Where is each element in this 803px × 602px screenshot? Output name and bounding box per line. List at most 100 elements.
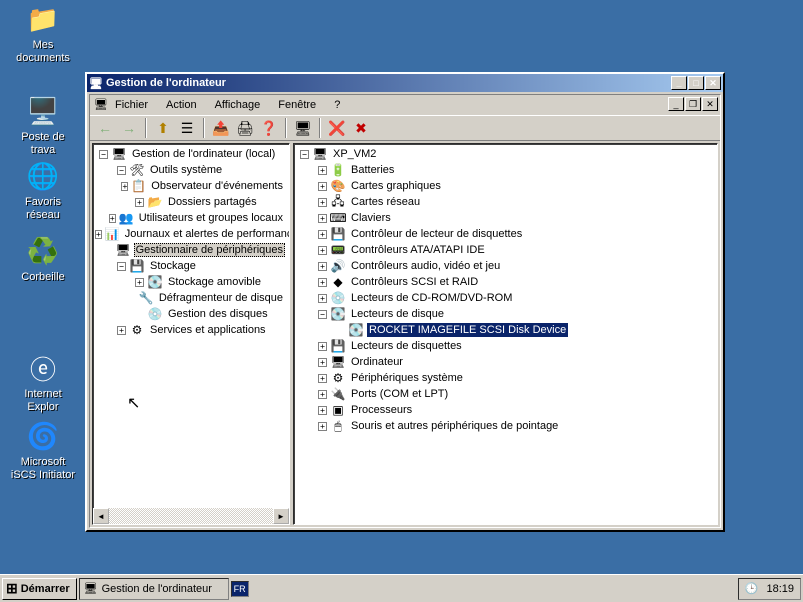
left-pane[interactable]: −🖥Gestion de l'ordinateur (local)−🛠Outil…: [92, 143, 290, 525]
mdi-minimize-button[interactable]: _: [668, 97, 684, 111]
tree-node-label: Défragmenteur de disque: [157, 291, 285, 305]
help-button[interactable]: ❓: [258, 117, 280, 139]
tree-item[interactable]: +🖥Ordinateur: [296, 354, 717, 370]
tree-item[interactable]: +📟Contrôleurs ATA/ATAPI IDE: [296, 242, 717, 258]
tree-item[interactable]: −💾Stockage: [95, 258, 289, 274]
system-tray[interactable]: 🕒 18:19: [738, 578, 801, 600]
print-button[interactable]: 🖨: [234, 117, 256, 139]
tree-item[interactable]: +🔊Contrôleurs audio, vidéo et jeu: [296, 258, 717, 274]
tree-node-label: Services et applications: [148, 323, 268, 337]
desktop-icon-my-documents[interactable]: 📁Mes documents: [8, 3, 78, 65]
taskbar-task-button[interactable]: 🖥 Gestion de l'ordinateur: [79, 578, 229, 600]
language-indicator[interactable]: FR: [231, 581, 249, 597]
tree-item[interactable]: 🔧Défragmenteur de disque: [95, 290, 289, 306]
right-pane[interactable]: −🖥XP_VM2+🔋Batteries+🎨Cartes graphiques+🖧…: [293, 143, 718, 525]
tree-node-label: Cartes réseau: [349, 195, 422, 209]
tree-item[interactable]: +📂Dossiers partagés: [95, 194, 289, 210]
uninstall-button[interactable]: ❌: [326, 117, 348, 139]
app-icon: 🖥: [89, 76, 103, 90]
mdi-sysmenu-icon[interactable]: 🖥: [94, 98, 108, 112]
expand-icon[interactable]: +: [318, 246, 327, 255]
expand-icon[interactable]: +: [318, 422, 327, 431]
expand-icon[interactable]: +: [318, 342, 327, 351]
tree-item[interactable]: +▣Processeurs: [296, 402, 717, 418]
tree-item[interactable]: +⌨Claviers: [296, 210, 717, 226]
tree-node-label: XP_VM2: [331, 147, 378, 161]
tree-item[interactable]: +💾Lecteurs de disquettes: [296, 338, 717, 354]
tree-item[interactable]: 💽ROCKET IMAGEFILE SCSI Disk Device: [296, 322, 717, 338]
tree-item[interactable]: 💿Gestion des disques: [95, 306, 289, 322]
desktop-icon-internet-explorer[interactable]: ⓔInternet Explor: [8, 352, 78, 414]
tree-item[interactable]: +🔋Batteries: [296, 162, 717, 178]
expand-icon[interactable]: +: [318, 294, 327, 303]
clock[interactable]: 18:19: [766, 583, 794, 595]
desktop-icon-corbeille[interactable]: ♻️Corbeille: [8, 235, 78, 284]
maximize-button[interactable]: □: [688, 76, 704, 90]
desktop-icon-microsoft-iscsi[interactable]: 🌀Microsoft iSCS Initiator: [8, 420, 78, 482]
tree-item[interactable]: +⚙Périphériques système: [296, 370, 717, 386]
expand-icon[interactable]: +: [318, 214, 327, 223]
expand-icon[interactable]: +: [109, 214, 116, 223]
menu-help[interactable]: ?: [331, 97, 343, 113]
tree-item[interactable]: +◆Contrôleurs SCSI et RAID: [296, 274, 717, 290]
up-button[interactable]: ⬆: [152, 117, 174, 139]
tree-item[interactable]: +🔌Ports (COM et LPT): [296, 386, 717, 402]
menu-view[interactable]: Affichage: [212, 97, 264, 113]
minimize-button[interactable]: _: [671, 76, 687, 90]
disable-button[interactable]: ✖: [350, 117, 372, 139]
expand-icon[interactable]: +: [318, 278, 327, 287]
menu-window[interactable]: Fenêtre: [275, 97, 319, 113]
expand-icon[interactable]: +: [135, 278, 144, 287]
desktop-icon-favoris-reseau[interactable]: 🌐Favoris réseau: [8, 160, 78, 222]
export-button[interactable]: 📤: [210, 117, 232, 139]
tree-item[interactable]: +💿Lecteurs de CD-ROM/DVD-ROM: [296, 290, 717, 306]
collapse-icon[interactable]: −: [99, 150, 108, 159]
tree-item[interactable]: +📊Journaux et alertes de performance: [95, 226, 289, 242]
tree-item[interactable]: +⚙Services et applications: [95, 322, 289, 338]
scroll-right-icon[interactable]: ►: [273, 508, 289, 524]
start-button[interactable]: ⊞ Démarrer: [2, 578, 77, 600]
mdi-close-button[interactable]: ✕: [702, 97, 718, 111]
expand-icon[interactable]: +: [318, 406, 327, 415]
tree-item[interactable]: −🖥Gestion de l'ordinateur (local): [95, 146, 289, 162]
expand-icon[interactable]: +: [117, 326, 126, 335]
tree-item[interactable]: 🖥Gestionnaire de périphériques: [95, 242, 289, 258]
expand-icon[interactable]: +: [95, 230, 102, 239]
scan-hardware-button[interactable]: 🖥: [292, 117, 314, 139]
left-scrollbar[interactable]: ◄ ►: [93, 508, 289, 524]
tree-item[interactable]: −💽Lecteurs de disque: [296, 306, 717, 322]
desktop-icon-poste-de-travail[interactable]: 🖥️Poste de trava: [8, 95, 78, 157]
expand-icon[interactable]: +: [318, 230, 327, 239]
expand-icon[interactable]: +: [318, 390, 327, 399]
collapse-icon[interactable]: −: [117, 166, 126, 175]
expand-icon[interactable]: +: [318, 374, 327, 383]
tray-icon[interactable]: 🕒: [745, 582, 759, 595]
expand-icon[interactable]: +: [318, 182, 327, 191]
scroll-left-icon[interactable]: ◄: [93, 508, 109, 524]
menu-file[interactable]: Fichier: [112, 97, 151, 113]
properties-button[interactable]: ☰: [176, 117, 198, 139]
tree-item[interactable]: +🖱Souris et autres périphériques de poin…: [296, 418, 717, 434]
expand-icon[interactable]: +: [318, 198, 327, 207]
tree-item[interactable]: +👥Utilisateurs et groupes locaux: [95, 210, 289, 226]
expand-icon[interactable]: +: [121, 182, 128, 191]
collapse-icon[interactable]: −: [300, 150, 309, 159]
collapse-icon[interactable]: −: [318, 310, 327, 319]
close-button[interactable]: ✕: [705, 76, 721, 90]
menu-action[interactable]: Action: [163, 97, 200, 113]
expand-icon[interactable]: +: [135, 198, 144, 207]
tree-node-label: Claviers: [349, 211, 393, 225]
tree-item[interactable]: +💽Stockage amovible: [95, 274, 289, 290]
tree-item[interactable]: +📋Observateur d'événements: [95, 178, 289, 194]
tree-item[interactable]: +🎨Cartes graphiques: [296, 178, 717, 194]
expand-icon[interactable]: +: [318, 166, 327, 175]
expand-icon[interactable]: +: [318, 358, 327, 367]
expand-icon[interactable]: +: [318, 262, 327, 271]
tree-item[interactable]: −🖥XP_VM2: [296, 146, 717, 162]
titlebar[interactable]: 🖥 Gestion de l'ordinateur _ □ ✕: [87, 74, 723, 92]
collapse-icon[interactable]: −: [117, 262, 126, 271]
tree-item[interactable]: −🛠Outils système: [95, 162, 289, 178]
tree-item[interactable]: +🖧Cartes réseau: [296, 194, 717, 210]
mdi-restore-button[interactable]: ❐: [685, 97, 701, 111]
tree-item[interactable]: +💾Contrôleur de lecteur de disquettes: [296, 226, 717, 242]
